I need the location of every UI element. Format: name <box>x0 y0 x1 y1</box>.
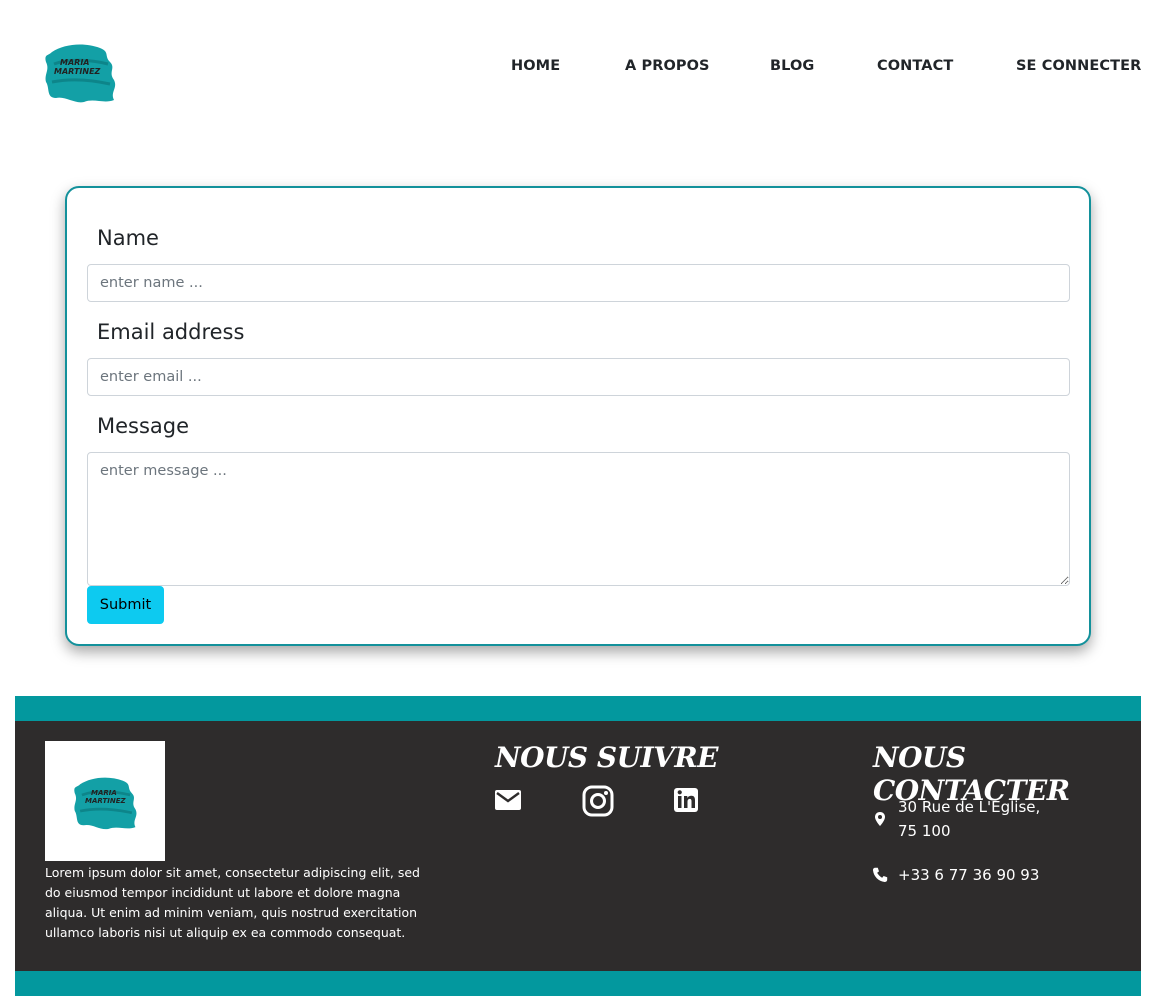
nav-home-link[interactable]: HOME <box>511 58 560 74</box>
footer-top-bar <box>15 696 1141 721</box>
follow-title: NOUS SUIVRE <box>495 741 718 774</box>
nav-login-link[interactable]: SE CONNECTER <box>1016 58 1141 74</box>
instagram-icon[interactable] <box>582 785 614 817</box>
linkedin-icon[interactable] <box>673 785 703 815</box>
nav-contact-link[interactable]: CONTACT <box>877 58 953 74</box>
contact-form-card: Name Email address Message Submit <box>65 186 1091 646</box>
location-pin-icon <box>875 812 885 826</box>
message-label: Message <box>97 414 190 438</box>
phone-icon <box>872 867 888 883</box>
footer-bottom-bar <box>15 971 1141 996</box>
message-textarea[interactable] <box>87 452 1070 586</box>
mail-icon[interactable] <box>494 785 524 815</box>
email-input[interactable] <box>87 358 1070 396</box>
nav-blog-link[interactable]: BLOG <box>770 58 814 74</box>
footer: MARIA MARTINEZ Lorem ipsum dolor sit ame… <box>15 721 1141 971</box>
nav-about-link[interactable]: A PROPOS <box>625 58 710 74</box>
email-label: Email address <box>97 320 245 344</box>
address-text: 30 Rue de L'Eglise, 75 100 <box>898 795 1098 843</box>
address-line2: 75 100 <box>898 822 951 840</box>
name-input[interactable] <box>87 264 1070 302</box>
name-label: Name <box>97 226 159 250</box>
address-line1: 30 Rue de L'Eglise, <box>898 798 1041 816</box>
submit-button[interactable]: Submit <box>87 586 164 624</box>
footer-logo-text-line1: MARIA <box>91 789 117 797</box>
footer-logo: MARIA MARTINEZ <box>45 741 165 861</box>
phone-text: +33 6 77 36 90 93 <box>898 866 1040 884</box>
main-nav: HOME A PROPOS BLOG CONTACT SE CONNECTER <box>0 58 1156 80</box>
footer-logo-text-line2: MARTINEZ <box>85 797 126 805</box>
footer-description: Lorem ipsum dolor sit amet, consectetur … <box>45 865 420 940</box>
